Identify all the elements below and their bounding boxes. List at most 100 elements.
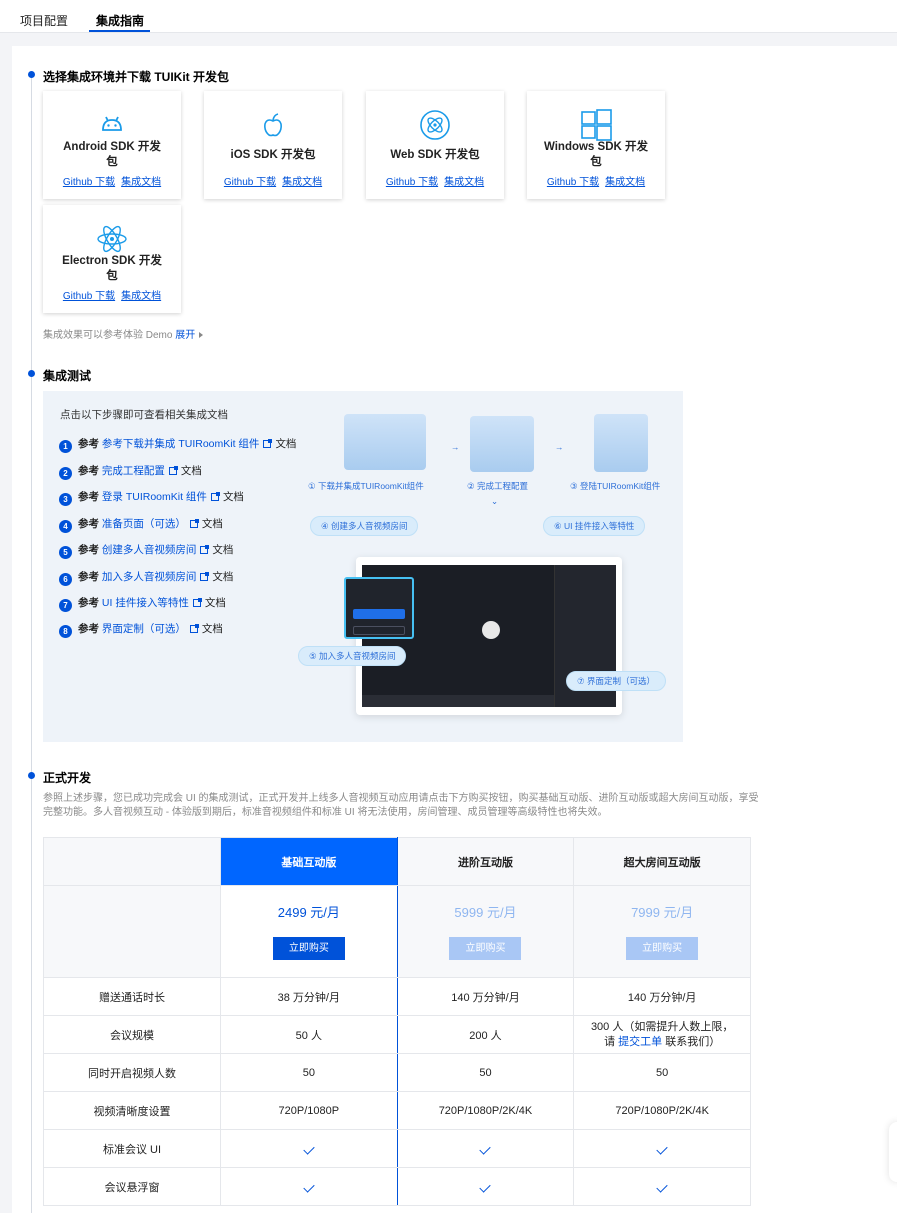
sdk-name: Web SDK 开发包 xyxy=(390,149,480,161)
check-icon xyxy=(479,1142,492,1155)
section-title-test: 集成测试 xyxy=(43,369,92,383)
step-link[interactable]: 准备页面（可选） xyxy=(102,518,186,530)
timeline-dot xyxy=(28,71,35,78)
sdk-card-web: Web SDK 开发包 Github 下载 集成文档 xyxy=(366,91,504,199)
external-link-icon xyxy=(200,572,210,581)
external-link-icon xyxy=(168,466,178,475)
plan-name-large: 超大房间互动版 xyxy=(573,837,751,886)
external-link-icon xyxy=(189,624,199,633)
flow-down-arrow-icon: ⌄ xyxy=(491,496,499,506)
github-download-link[interactable]: Github 下载 xyxy=(63,291,115,302)
feature-name: 视频清晰度设置 xyxy=(43,1091,221,1130)
user-avatar xyxy=(482,621,500,639)
sdk-name: Android SDK 开发包 xyxy=(63,141,161,168)
login-illustration xyxy=(594,414,648,472)
download-illustration xyxy=(344,414,426,470)
plan-price: 5999 元/月 xyxy=(454,905,517,920)
steps-intro: 点击以下步骤即可查看相关集成文档 xyxy=(60,409,228,421)
plan-name-basic: 基础互动版 xyxy=(220,837,398,886)
check-icon xyxy=(479,1180,492,1193)
check-icon xyxy=(656,1142,668,1155)
github-download-link[interactable]: Github 下载 xyxy=(547,177,599,188)
external-link-icon xyxy=(192,598,202,607)
android-icon xyxy=(102,116,122,131)
pricing-table: 基础互动版 进阶互动版 超大房间互动版 2499 元/月 立即购买 5999 元… xyxy=(43,837,751,1206)
formal-dev-description: 参照上述步骤，您已成功完成会 UI 的集成测试，正式开发并上线多人音视频互动应用… xyxy=(43,793,759,818)
sdk-card-ios: iOS SDK 开发包 Github 下载 集成文档 xyxy=(204,91,342,199)
step-link[interactable]: 加入多人音视频房间 xyxy=(102,571,197,583)
web-icon xyxy=(420,110,450,140)
caret-right-icon xyxy=(199,332,204,338)
meeting-screen-mockup xyxy=(344,557,622,715)
github-download-link[interactable]: Github 下载 xyxy=(386,177,438,188)
feature-name: 会议悬浮窗 xyxy=(43,1167,221,1206)
tab-bar: 项目配置 集成指南 xyxy=(0,0,897,33)
submit-ticket-link[interactable]: 提交工单 xyxy=(618,1036,662,1048)
timeline-line xyxy=(31,74,32,1213)
feature-name: 标准会议 UI xyxy=(43,1129,221,1168)
github-download-link[interactable]: Github 下载 xyxy=(63,177,115,188)
plan-price: 7999 元/月 xyxy=(631,905,694,920)
flow-arrow-icon: → xyxy=(451,442,460,452)
integration-doc-link[interactable]: 集成文档 xyxy=(282,177,322,188)
flow-step-2: ② 完成工程配置 xyxy=(467,481,528,491)
external-link-icon xyxy=(263,439,273,448)
table-row: 视频清晰度设置 720P/1080P 720P/1080P/2K/4K 720P… xyxy=(43,1091,751,1130)
external-link-icon xyxy=(189,519,199,528)
integration-doc-link[interactable]: 集成文档 xyxy=(605,177,645,188)
buy-now-button[interactable]: 立即购买 xyxy=(272,937,345,960)
sdk-card-electron: Electron SDK 开发包 Github 下载 集成文档 xyxy=(43,205,181,313)
flow-arrow-icon: → xyxy=(555,442,564,452)
check-icon xyxy=(303,1180,315,1193)
step-link[interactable]: 界面定制（可选） xyxy=(102,623,186,635)
flow-step-3: ③ 登陆TUIRoomKit组件 xyxy=(570,481,661,491)
plan-price: 2499 元/月 xyxy=(277,905,340,920)
step-link[interactable]: 创建多人音视频房间 xyxy=(102,544,197,556)
buy-now-button[interactable]: 立即购买 xyxy=(449,937,522,960)
flow-step-7: ⑦ 界面定制（可选） xyxy=(566,671,666,691)
integration-test-box: 点击以下步骤即可查看相关集成文档 1 参考 参考下载并集成 TUIRoomKit … xyxy=(43,391,683,742)
floating-side-handle[interactable] xyxy=(889,1122,897,1182)
step-link[interactable]: UI 挂件接入等特性 xyxy=(102,597,189,609)
tab-project-config[interactable]: 项目配置 xyxy=(20,12,68,29)
step-item: 3 参考 登录 TUIRoomKit 组件 文档 xyxy=(59,489,244,506)
integration-doc-link[interactable]: 集成文档 xyxy=(121,291,161,302)
tab-integration-guide[interactable]: 集成指南 xyxy=(96,12,144,29)
step-item: 5 参考 创建多人音视频房间 文档 xyxy=(59,542,233,559)
check-icon xyxy=(303,1142,315,1155)
table-row: 会议悬浮窗 xyxy=(43,1167,751,1206)
external-link-icon xyxy=(200,545,210,554)
sdk-name: Electron SDK 开发包 xyxy=(62,255,162,282)
table-row: 赠送通话时长 38 万分钟/月 140 万分钟/月 140 万分钟/月 xyxy=(43,977,751,1016)
step-link[interactable]: 完成工程配置 xyxy=(102,465,165,477)
sdk-card-android: Android SDK 开发包 Github 下载 集成文档 xyxy=(43,91,181,199)
table-row: 会议规模 50 人 200 人 300 人（如需提升人数上限， 请 提交工单 联… xyxy=(43,1015,751,1054)
create-room-popup xyxy=(344,577,414,639)
step-link[interactable]: 登录 TUIRoomKit 组件 xyxy=(102,491,207,503)
active-tab-indicator xyxy=(89,30,150,32)
step-item: 1 参考 参考下载并集成 TUIRoomKit 组件 文档 xyxy=(59,436,296,453)
apple-icon xyxy=(264,113,282,137)
expand-demo-link[interactable]: 展开 xyxy=(175,330,195,341)
config-illustration xyxy=(470,416,534,472)
demo-hint: 集成效果可以参考体验 Demo 展开 xyxy=(43,326,204,341)
feature-name: 会议规模 xyxy=(43,1015,221,1054)
step-item: 2 参考 完成工程配置 文档 xyxy=(59,463,202,480)
external-link-icon xyxy=(210,492,220,501)
integration-flow-diagram: → → ① 下载并集成TUIRoomKit组件 ② 完成工程配置 ③ 登陆TUI… xyxy=(298,406,673,731)
check-icon xyxy=(656,1180,668,1193)
flow-step-5: ⑤ 加入多人音视频房间 xyxy=(298,646,407,666)
buy-now-button[interactable]: 立即购买 xyxy=(626,937,699,960)
flow-step-6: ⑥ UI 挂件接入等特性 xyxy=(543,516,646,536)
integration-doc-link[interactable]: 集成文档 xyxy=(444,177,484,188)
step-link[interactable]: 参考下载并集成 TUIRoomKit 组件 xyxy=(102,438,260,450)
plan-name-advanced: 进阶互动版 xyxy=(396,837,575,886)
section-title-formal: 正式开发 xyxy=(43,771,92,785)
timeline-dot xyxy=(28,370,35,377)
section-title-download: 选择集成环境并下载 TUIKit 开发包 xyxy=(43,70,229,84)
electron-icon xyxy=(97,225,127,253)
github-download-link[interactable]: Github 下载 xyxy=(224,177,276,188)
table-row: 同时开启视频人数 50 50 50 xyxy=(43,1053,751,1092)
integration-doc-link[interactable]: 集成文档 xyxy=(121,177,161,188)
step-item: 4 参考 准备页面（可选） 文档 xyxy=(59,516,223,533)
